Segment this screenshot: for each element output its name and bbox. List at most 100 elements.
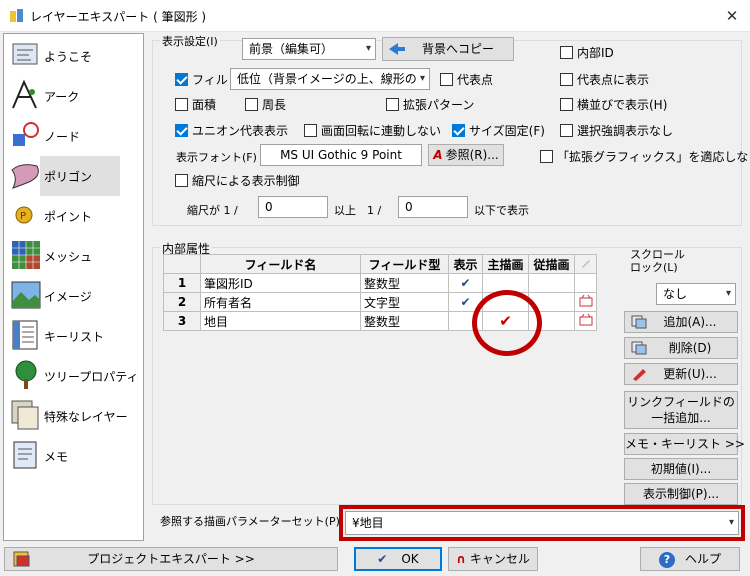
sidebar-item-memo[interactable]: メモ <box>4 436 143 476</box>
sidebar-item-node[interactable]: ノード <box>4 116 143 156</box>
add-field-button[interactable]: 追加(A)... <box>624 311 738 333</box>
table-header-row: フィールド名 フィールド型 表示 主描画 従描画 <box>163 254 597 274</box>
arc-icon <box>12 79 37 109</box>
ok-button[interactable]: ✔ OK <box>354 547 442 571</box>
close-button[interactable]: ✕ <box>722 6 742 26</box>
display-font-field[interactable]: MS UI Gothic 9 Point <box>260 144 422 166</box>
row-number: 2 <box>163 292 201 312</box>
inner-id-checkbox[interactable]: 内部ID <box>560 46 614 60</box>
add-field-label: 追加(A)... <box>663 315 717 329</box>
screen-rotation-checkbox[interactable]: 画面回転に連動しない <box>304 124 441 138</box>
title-bar: レイヤーエキスパート ( 筆図形 ) ✕ <box>0 0 750 32</box>
fill-level-select[interactable]: 低位（背景イメージの上、線形の ▾ <box>230 68 430 90</box>
add-field-icon <box>631 315 647 329</box>
column-header[interactable]: 従描画 <box>528 254 575 274</box>
column-header[interactable]: フィールド型 <box>360 254 449 274</box>
polygon-icon <box>11 164 39 189</box>
help-icon: ? <box>658 552 675 568</box>
link-field-icon <box>579 294 592 306</box>
display-mode-value: 前景（編集可） <box>249 42 334 56</box>
check-icon: ✔ <box>460 295 471 309</box>
column-header[interactable]: 主描画 <box>482 254 529 274</box>
scale-min-field[interactable]: 0 <box>258 196 328 218</box>
scroll-lock-value: なし <box>663 287 688 301</box>
field-name-cell[interactable]: 地目 <box>200 311 361 331</box>
representative-point-checkbox[interactable]: 代表点 <box>440 73 493 87</box>
sidebar-item-image[interactable]: イメージ <box>4 276 143 316</box>
scale-mid-label: 以上 1 / <box>334 204 382 217</box>
fixed-size-checkbox[interactable]: サイズ固定(F) <box>452 124 545 138</box>
browse-font-button[interactable]: A 参照(R)... <box>428 144 504 166</box>
display-control-button[interactable]: 表示制御(P)... <box>624 483 738 505</box>
field-name-cell[interactable]: 筆図形ID <box>200 273 361 293</box>
sidebar-item-arc[interactable]: アーク <box>4 76 143 116</box>
field-type-cell[interactable]: 文字型 <box>360 292 449 312</box>
display-mode-select[interactable]: 前景（編集可） ▾ <box>242 38 376 60</box>
keylist-icon <box>12 320 38 350</box>
checkbox-box <box>304 124 317 137</box>
scroll-lock-select[interactable]: なし ▾ <box>656 283 736 305</box>
sidebar-item-mesh[interactable]: メッシュ <box>4 236 143 276</box>
update-field-button[interactable]: 更新(U)... <box>624 363 738 385</box>
scale-max-field[interactable]: 0 <box>398 196 468 218</box>
cancel-label: キャンセル <box>469 552 530 566</box>
field-type-cell[interactable]: 整数型 <box>360 311 449 331</box>
scale-control-checkbox[interactable]: 縮尺による表示制御 <box>175 174 300 188</box>
column-header[interactable]: フィールド名 <box>200 254 361 274</box>
sidebar-item-label: 特殊なレイヤー <box>44 410 128 424</box>
special-layer-icon <box>11 400 39 430</box>
project-expert-button[interactable]: プロジェクトエキスパート >> <box>4 547 338 571</box>
fixed-size-label: サイズ固定(F) <box>469 124 545 138</box>
link-field-bulk-add-button[interactable]: リンクフィールドの 一括追加... <box>624 391 738 429</box>
chevron-down-icon: ▾ <box>419 73 425 84</box>
link-cell[interactable] <box>574 292 597 312</box>
field-name-cell[interactable]: 所有者名 <box>200 292 361 312</box>
memo-keylist-button[interactable]: メモ・キーリスト >> <box>624 433 745 455</box>
help-button[interactable]: ? ヘルプ <box>640 547 740 571</box>
representative-point-label: 代表点 <box>457 73 494 87</box>
project-expert-icon <box>13 551 30 567</box>
ok-check-icon: ✔ <box>377 552 388 566</box>
sidebar-item-special-layer[interactable]: 特殊なレイヤー <box>4 396 143 436</box>
delete-field-icon <box>631 341 647 355</box>
extended-pattern-checkbox[interactable]: 拡張パターン <box>386 98 474 112</box>
field-type-cell[interactable]: 整数型 <box>360 273 449 293</box>
link-field-icon <box>579 313 592 325</box>
scale-control-label: 縮尺による表示制御 <box>192 174 300 188</box>
area-label: 面積 <box>192 98 217 112</box>
sub-draw-cell[interactable] <box>528 273 575 293</box>
no-selection-highlight-checkbox[interactable]: 選択強調表示なし <box>560 124 673 138</box>
extended-graphics-checkbox[interactable]: 「拡張グラフィックス」を適応しない <box>540 150 750 164</box>
link-cell[interactable] <box>574 273 597 293</box>
perimeter-checkbox[interactable]: 周長 <box>245 98 286 112</box>
cancel-button[interactable]: ∩ キャンセル <box>448 547 538 571</box>
link-cell[interactable] <box>574 311 597 331</box>
chevron-down-icon: ▾ <box>365 43 371 54</box>
copy-to-background-button[interactable]: 背景へコピー <box>382 37 514 61</box>
checkbox-box <box>245 98 258 111</box>
sidebar-item-tree-property[interactable]: ツリープロパティ <box>4 356 143 396</box>
union-representative-label: ユニオン代表表示 <box>192 124 289 138</box>
sidebar-item-polygon[interactable]: ポリゴン <box>4 156 143 196</box>
copy-to-background-label: 背景へコピー <box>421 42 494 56</box>
show-cell[interactable]: ✔ <box>448 273 483 293</box>
highlight-circle <box>472 290 542 356</box>
sidebar-item-welcome[interactable]: ようこそ <box>4 36 143 76</box>
rownum-header <box>163 254 201 274</box>
fill-checkbox[interactable]: フィル <box>175 73 228 87</box>
initial-value-button[interactable]: 初期値(I)... <box>624 458 738 480</box>
union-representative-checkbox[interactable]: ユニオン代表表示 <box>175 124 288 138</box>
column-header[interactable]: 表示 <box>448 254 483 274</box>
link-column-header[interactable] <box>574 254 597 274</box>
delete-field-button[interactable]: 削除(D) <box>624 337 738 359</box>
checkbox-box <box>560 98 573 111</box>
area-checkbox[interactable]: 面積 <box>175 98 216 112</box>
sidebar-item-keylist[interactable]: キーリスト <box>4 316 143 356</box>
sidebar-item-point[interactable]: P ポイント <box>4 196 143 236</box>
check-icon: ✔ <box>460 276 471 290</box>
show-horizontal-checkbox[interactable]: 横並びで表示(H) <box>560 98 667 112</box>
pen-icon <box>581 259 590 268</box>
table-row[interactable]: 1 筆図形ID 整数型 ✔ <box>163 273 597 293</box>
show-at-rep-point-checkbox[interactable]: 代表点に表示 <box>560 73 649 87</box>
display-settings-title: 表示設定(I) <box>160 33 220 49</box>
